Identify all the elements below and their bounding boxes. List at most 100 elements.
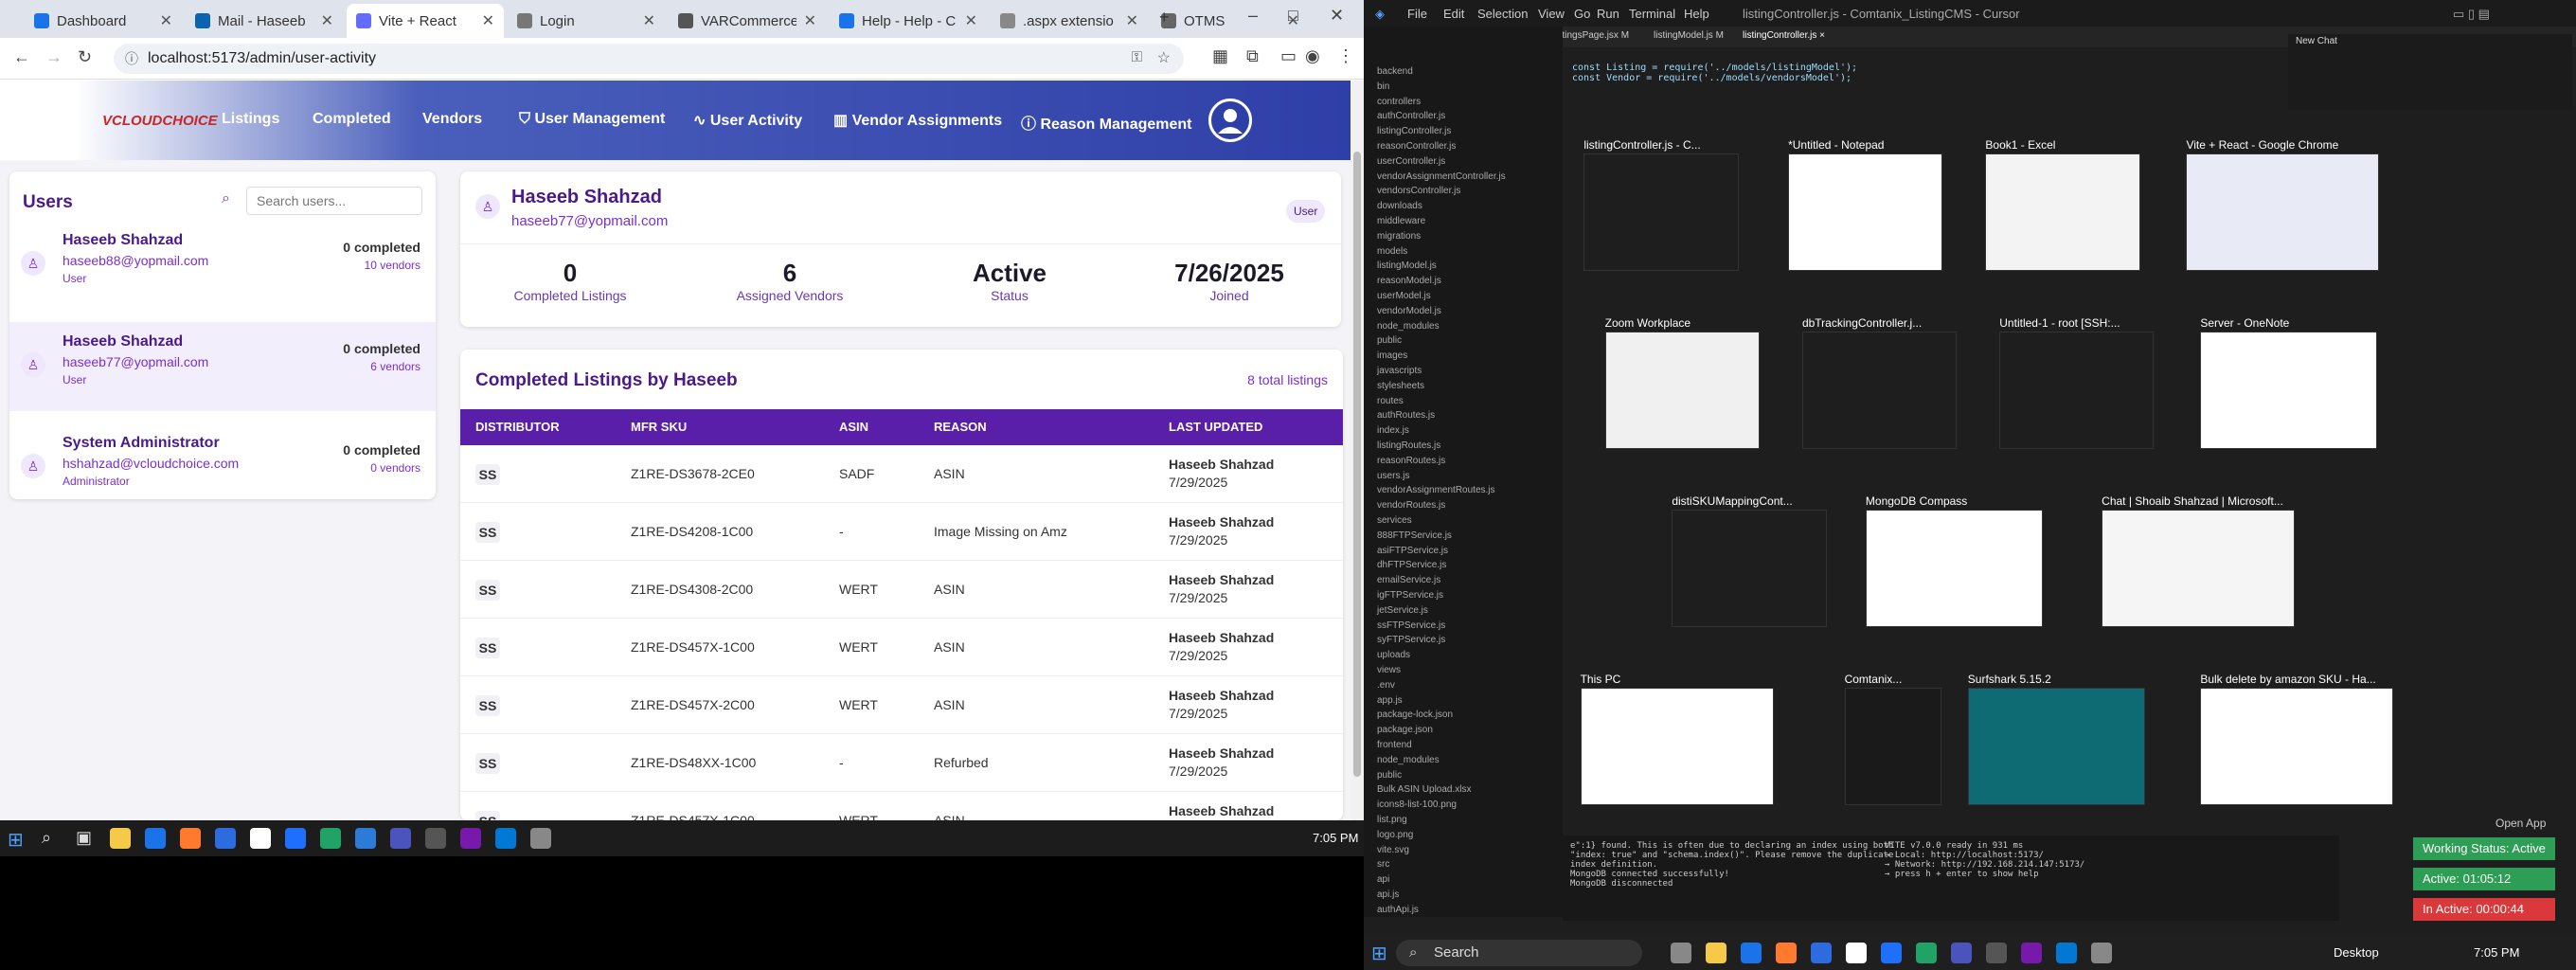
- explorer-item[interactable]: reasonModel.js: [1377, 276, 1441, 286]
- window-thumbnail[interactable]: This PC: [1580, 671, 1774, 805]
- explorer-item[interactable]: frontend: [1377, 740, 1412, 750]
- extensions-icon[interactable]: ▦: [1212, 46, 1228, 66]
- taskbar-app-icon[interactable]: [1811, 943, 1832, 963]
- taskbar-app-icon[interactable]: [1671, 943, 1691, 963]
- explorer-item[interactable]: igFTPService.js: [1377, 590, 1443, 601]
- window-thumbnail[interactable]: Zoom Workplace: [1604, 314, 1760, 450]
- browser-tab[interactable]: Mail - Haseeb ✕: [186, 4, 343, 38]
- browser-tab[interactable]: Vite + React ✕: [347, 4, 504, 38]
- scrollbar-thumb[interactable]: [1353, 152, 1361, 777]
- windows-start-icon-right[interactable]: ⊞: [1371, 942, 1387, 965]
- nav-user-activity[interactable]: ∿ User Activity: [693, 111, 802, 130]
- explorer-item[interactable]: javascripts: [1377, 366, 1422, 376]
- explorer-item[interactable]: bin: [1377, 81, 1389, 92]
- nav-user-management[interactable]: ⛉ User Management: [519, 111, 665, 128]
- site-info-icon[interactable]: ⓘ: [125, 49, 138, 68]
- taskbar-app-icon[interactable]: [1741, 943, 1762, 963]
- explorer-item[interactable]: vendorAssignmentController.js: [1377, 171, 1506, 182]
- taskbar-app-icon[interactable]: [320, 828, 341, 849]
- window-thumbnail[interactable]: Book1 - Excel: [1985, 136, 2140, 272]
- explorer-item[interactable]: icons8-list-100.png: [1377, 799, 1457, 810]
- taskbar-app-icon[interactable]: [425, 828, 446, 849]
- window-thumbnail[interactable]: Untitled-1 - root [SSH:...: [1999, 314, 2155, 450]
- explorer-item[interactable]: listingRoutes.js: [1377, 440, 1440, 451]
- taskbar-app-icon[interactable]: [1881, 943, 1902, 963]
- explorer-item[interactable]: reasonController.js: [1377, 141, 1456, 152]
- nav-vendor-assignments[interactable]: ▥ Vendor Assignments: [833, 111, 1002, 130]
- window-thumbnail[interactable]: dbTrackingController.j...: [1801, 314, 1958, 450]
- taskbar-search-icon[interactable]: ⌕: [42, 828, 51, 848]
- explorer-item[interactable]: ssFTPService.js: [1377, 620, 1445, 631]
- window-thumbnail[interactable]: Vite + React - Google Chrome: [2186, 136, 2380, 272]
- taskbar-clock-left[interactable]: 7:05 PM: [1313, 831, 1358, 845]
- taskbar-app-icon[interactable]: [1986, 943, 2007, 963]
- explorer-item[interactable]: models: [1377, 246, 1407, 257]
- nav-reason-management[interactable]: ⓘ Reason Management: [1021, 111, 1192, 134]
- menu-icon[interactable]: ⋮: [1337, 46, 1354, 66]
- browser-tab[interactable]: VARCommerce ✕: [669, 4, 826, 38]
- new-tab-button[interactable]: +: [1159, 8, 1170, 27]
- menu-item[interactable]: Terminal: [1629, 7, 1675, 21]
- explorer-item[interactable]: routes: [1377, 396, 1404, 406]
- col-mfr-sku[interactable]: MFR SKU: [631, 409, 687, 445]
- explorer-item[interactable]: .env: [1377, 680, 1395, 691]
- explorer-item[interactable]: userController.js: [1377, 156, 1445, 167]
- tab-listingmodel[interactable]: listingModel.js M: [1654, 30, 1724, 41]
- explorer-item[interactable]: jetService.js: [1377, 605, 1428, 616]
- explorer-item[interactable]: vendorRoutes.js: [1377, 500, 1445, 511]
- table-row[interactable]: SS Z1RE-DS457X-1C00 WERT ASIN Haseeb Shahzad: [460, 792, 1343, 820]
- explorer-item[interactable]: users.js: [1377, 471, 1409, 481]
- url-field[interactable]: ⓘ localhost:5173/admin/user-activity ⚿ ☆: [114, 44, 1184, 74]
- taskbar-app-icon[interactable]: [2021, 943, 2042, 963]
- taskbar-app-icon[interactable]: [215, 828, 236, 849]
- profile-icon[interactable]: ◉: [1305, 46, 1320, 66]
- layout-icon[interactable]: ▭ ▯ ▤: [2453, 7, 2490, 22]
- taskbar-app-icon[interactable]: [2056, 943, 2077, 963]
- tab-close-icon[interactable]: ✕: [643, 11, 655, 30]
- taskbar-app-icon[interactable]: [390, 828, 411, 849]
- explorer-item[interactable]: syFTPService.js: [1377, 635, 1445, 645]
- taskbar-app-icon[interactable]: [1776, 943, 1797, 963]
- table-row[interactable]: SS Z1RE-DS3678-2CE0 SADF ASIN Haseeb Shahzad…: [460, 445, 1343, 503]
- table-row[interactable]: SS Z1RE-DS48XX-1C00 - Refurbed Haseeb Shahza…: [460, 734, 1343, 792]
- window-thumbnail[interactable]: *Untitled - Notepad: [1788, 136, 1943, 272]
- taskbar-app-icon[interactable]: [2091, 943, 2112, 963]
- explorer-item[interactable]: authRoutes.js: [1377, 410, 1435, 421]
- close-window-icon[interactable]: ✕: [1330, 6, 1344, 26]
- explorer-item[interactable]: index.js: [1377, 425, 1409, 436]
- tab-close-icon[interactable]: ✕: [804, 11, 816, 30]
- tab-listingspage[interactable]: listingsPage.jsx M: [1553, 30, 1629, 41]
- explorer-item[interactable]: vite.svg: [1377, 845, 1409, 855]
- explorer-item[interactable]: asiFTPService.js: [1377, 546, 1448, 556]
- menu-item[interactable]: View: [1538, 7, 1565, 21]
- explorer-item[interactable]: node_modules: [1377, 755, 1440, 765]
- password-key-icon[interactable]: ⚿: [1132, 49, 1142, 65]
- explorer-item[interactable]: userModel.js: [1377, 291, 1431, 301]
- col-last-updated[interactable]: LAST UPDATED: [1169, 409, 1262, 445]
- col-asin[interactable]: ASIN: [839, 409, 868, 445]
- reload-icon[interactable]: ↻: [78, 47, 92, 67]
- taskbar-app-icon[interactable]: [530, 828, 551, 849]
- explorer-item[interactable]: node_modules: [1377, 321, 1440, 332]
- window-thumbnail[interactable]: Server - OneNote: [2200, 314, 2378, 450]
- col-distributor[interactable]: DISTRIBUTOR: [475, 409, 560, 445]
- tab-close-icon[interactable]: ✕: [965, 11, 977, 30]
- back-icon[interactable]: ←: [13, 47, 30, 67]
- browser-tab[interactable]: OTMS ✕: [1152, 4, 1309, 38]
- forward-icon[interactable]: →: [45, 47, 63, 67]
- user-list-item[interactable]: ♙ Haseeb Shahzad haseeb88@yopmail.com User 0…: [9, 221, 436, 310]
- taskbar-app-icon[interactable]: [110, 828, 131, 849]
- taskbar-app-icon[interactable]: [250, 828, 271, 849]
- table-row[interactable]: SS Z1RE-DS4208-1C00 - Image Missing on Amz H…: [460, 503, 1343, 561]
- menu-item[interactable]: Selection: [1477, 7, 1528, 21]
- status-indicator[interactable]: Active: 01:05:12: [2413, 868, 2555, 890]
- explorer-item[interactable]: package-lock.json: [1377, 710, 1453, 720]
- explorer-item[interactable]: reasonRoutes.js: [1377, 456, 1445, 466]
- explorer-item[interactable]: stylesheets: [1377, 381, 1424, 391]
- explorer-item[interactable]: src: [1377, 859, 1389, 870]
- window-thumbnail[interactable]: Comtanix...: [1844, 671, 1941, 805]
- tab-close-icon[interactable]: ✕: [1126, 11, 1138, 30]
- explorer-item[interactable]: middleware: [1377, 216, 1425, 226]
- brand-logo[interactable]: VCLOUDCHOICE: [102, 113, 218, 129]
- code-area[interactable]: const Listing = require('../models/listi…: [1572, 63, 2235, 100]
